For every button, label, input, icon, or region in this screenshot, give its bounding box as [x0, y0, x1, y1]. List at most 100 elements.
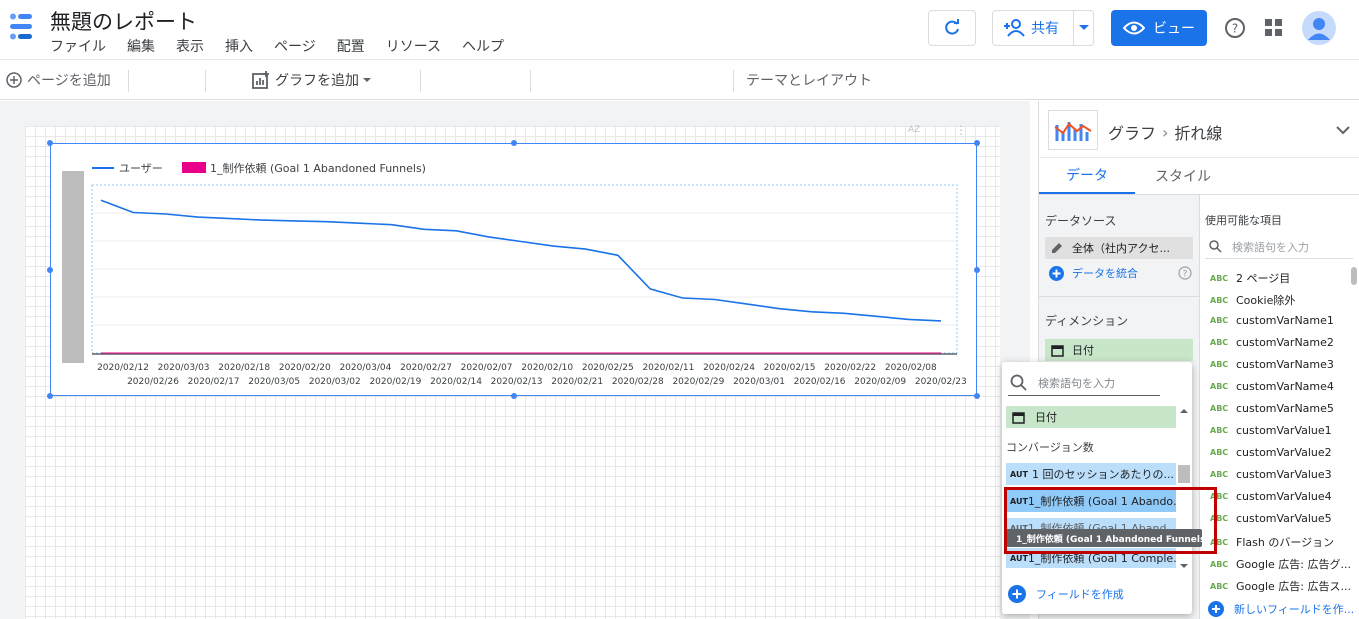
available-field-item[interactable]: ABC 2 ページ目: [1210, 270, 1290, 286]
available-field-item[interactable]: ABC customVarValue2: [1210, 446, 1332, 459]
x-tick-label: 2020/03/05: [248, 377, 300, 387]
highlight-box: [1004, 487, 1217, 554]
x-tick-label: 2020/03/03: [158, 363, 210, 373]
available-field-item[interactable]: ABC customVarValue5: [1210, 512, 1332, 525]
chevron-down-icon[interactable]: [1079, 25, 1089, 31]
dimension-chip[interactable]: 日付: [1045, 339, 1193, 361]
add-chart-button[interactable]: グラフを追加: [251, 68, 371, 92]
report-title[interactable]: 無題のレポート: [50, 6, 197, 36]
menu-view[interactable]: 表示: [176, 36, 204, 56]
legend-swatch-goal: [182, 162, 206, 173]
text-type-icon: ABC: [1210, 316, 1229, 325]
available-field-label: customVarValue4: [1236, 490, 1332, 503]
breadcrumb-chart: グラフ: [1108, 124, 1157, 143]
picker-search-input[interactable]: 検索語句を入力: [1008, 370, 1160, 396]
x-tick-labels: 2020/02/12 2020/03/03 2020/02/18 2020/02/20…: [97, 363, 967, 387]
time-series-chart[interactable]: ユーザー 1_制作依頼 (Goal 1 Abandoned Funnels) 2…: [50, 143, 977, 396]
x-tick-label: 2020/02/11: [642, 363, 694, 373]
datasource-selector[interactable]: 全体（社内アクセ...: [1045, 237, 1193, 259]
menu-resource[interactable]: リソース: [386, 36, 441, 56]
help-icon[interactable]: ?: [1178, 266, 1192, 280]
create-field-label: フィールドを作成: [1036, 588, 1124, 601]
view-button[interactable]: ビュー: [1111, 10, 1207, 46]
blend-data-button[interactable]: データを統合: [1049, 265, 1138, 281]
field-list-scrollbar[interactable]: [1351, 267, 1357, 285]
available-fields-label: 使用可能な項目: [1205, 214, 1282, 227]
text-type-icon: ABC: [1210, 360, 1229, 369]
sort-az-icon[interactable]: AZ: [908, 125, 920, 135]
available-field-item[interactable]: ABC Google 広告: 広告ス...: [1210, 578, 1351, 594]
available-field-item[interactable]: ABC Cookie除外: [1210, 292, 1295, 308]
tab-style[interactable]: スタイル: [1135, 158, 1231, 194]
x-tick-label: 2020/03/02: [309, 377, 361, 387]
field-search-input[interactable]: 検索語句を入力: [1205, 235, 1353, 259]
picker-scroll-thumb[interactable]: [1178, 465, 1190, 483]
create-new-field-button[interactable]: 新しいフィールドを作...: [1208, 601, 1354, 617]
text-type-icon: ABC: [1210, 338, 1229, 347]
chart-more-icon[interactable]: ⋮: [955, 123, 967, 137]
scroll-down-icon[interactable]: [1178, 562, 1190, 570]
available-field-item[interactable]: ABC customVarName4: [1210, 380, 1334, 393]
chart-type-breadcrumb[interactable]: グラフ › 折れ線: [1108, 120, 1222, 144]
theme-layout-button[interactable]: テーマとレイアウト: [746, 68, 872, 92]
pencil-icon[interactable]: [1050, 241, 1064, 255]
tab-data[interactable]: データ: [1039, 158, 1135, 194]
legend-label-users: ユーザー: [119, 162, 163, 175]
calendar-icon: [1012, 411, 1025, 424]
apps-grid-icon[interactable]: [1265, 19, 1283, 37]
aut-badge: AUT: [1010, 553, 1028, 563]
blend-label: データを統合: [1072, 267, 1138, 280]
available-field-item[interactable]: ABC customVarValue3: [1210, 468, 1332, 481]
datasource-value: 全体（社内アクセ...: [1072, 242, 1170, 255]
menu-edit[interactable]: 編集: [127, 36, 155, 56]
available-field-item[interactable]: ABC customVarName2: [1210, 336, 1334, 349]
calendar-icon: [1051, 344, 1064, 357]
add-page-button[interactable]: ページを追加: [6, 68, 111, 92]
create-field-button[interactable]: フィールドを作成: [1008, 585, 1124, 603]
svg-text:?: ?: [1183, 270, 1188, 280]
menu-arrange[interactable]: 配置: [337, 36, 365, 56]
aut-badge: AUT: [1010, 469, 1028, 479]
svg-text:?: ?: [1232, 22, 1238, 36]
available-field-label: customVarValue5: [1236, 512, 1332, 525]
menu-help[interactable]: ヘルプ: [462, 36, 504, 56]
picker-item-metric[interactable]: AUT 1 回のセッションあたりの...: [1006, 463, 1176, 485]
available-field-item[interactable]: ABC customVarValue1: [1210, 424, 1332, 437]
x-tick-label: 2020/02/27: [400, 363, 452, 373]
search-icon: [1209, 240, 1222, 253]
x-tick-label: 2020/02/19: [369, 377, 421, 387]
expand-chevron-icon[interactable]: [1336, 126, 1350, 135]
menu-file[interactable]: ファイル: [50, 36, 106, 56]
x-tick-label: 2020/02/20: [279, 363, 331, 373]
available-field-item[interactable]: ABC customVarValue4: [1210, 490, 1332, 503]
available-field-item[interactable]: ABC customVarName5: [1210, 402, 1334, 415]
add-page-label: ページを追加: [27, 73, 111, 89]
datasource-label: データソース: [1045, 214, 1117, 228]
x-tick-label: 2020/02/28: [612, 377, 664, 387]
x-tick-label: 2020/02/13: [491, 377, 543, 387]
available-field-item[interactable]: ABC customVarName3: [1210, 358, 1334, 371]
picker-item-date[interactable]: 日付: [1006, 406, 1176, 428]
avatar[interactable]: [1302, 11, 1336, 45]
share-button[interactable]: 共有: [992, 10, 1094, 46]
available-field-label: customVarValue2: [1236, 446, 1332, 459]
available-field-item[interactable]: ABC Flash のバージョン: [1210, 534, 1334, 550]
series-group: [100, 199, 942, 354]
y-axis-placeholder: [62, 171, 84, 363]
refresh-button[interactable]: [928, 10, 976, 46]
menu-page[interactable]: ページ: [274, 36, 316, 56]
x-tick-label: 2020/02/26: [127, 377, 179, 387]
add-person-icon: [1004, 19, 1025, 37]
menu-insert[interactable]: 挿入: [225, 36, 253, 56]
line-chart-type-icon[interactable]: [1048, 110, 1098, 150]
help-icon[interactable]: ?: [1224, 17, 1246, 39]
available-field-label: customVarName5: [1236, 402, 1334, 415]
theme-layout-label: テーマとレイアウト: [746, 73, 872, 89]
available-field-item[interactable]: ABC Google 広告: 広告グ...: [1210, 556, 1351, 572]
scroll-up-icon[interactable]: [1178, 407, 1190, 415]
available-field-label: Google 広告: 広告ス...: [1236, 580, 1351, 593]
available-field-item[interactable]: ABC customVarName1: [1210, 314, 1334, 327]
breadcrumb-line: 折れ線: [1174, 124, 1223, 143]
picker-item-label: 1 回のセッションあたりの...: [1032, 468, 1174, 481]
available-field-label: customVarName2: [1236, 336, 1334, 349]
